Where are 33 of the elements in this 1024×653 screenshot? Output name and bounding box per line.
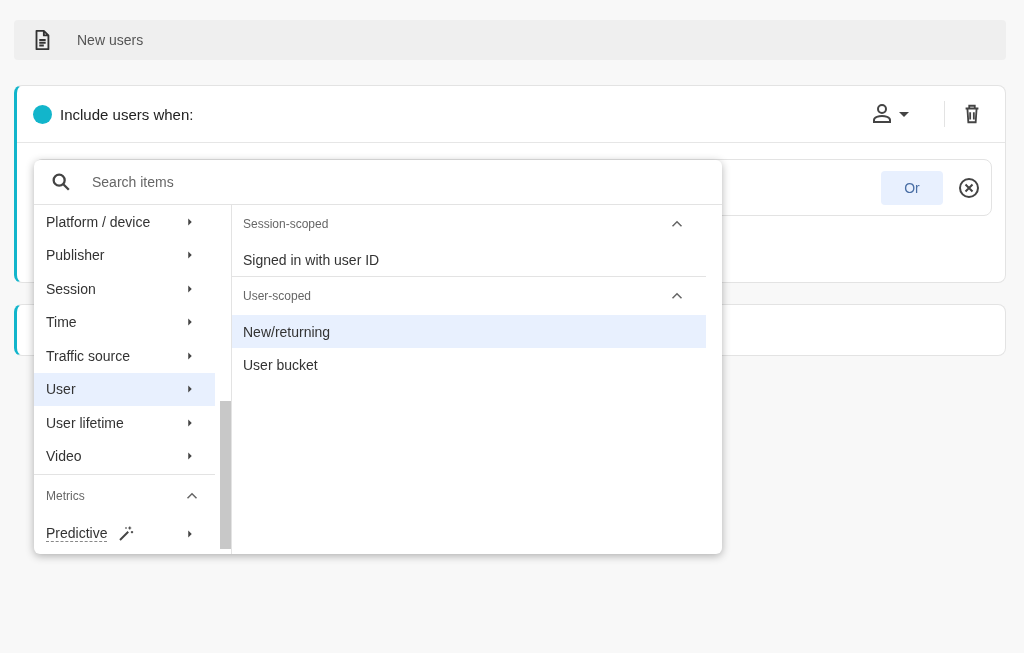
header-title: New users [77, 32, 144, 48]
category-label: User [46, 381, 77, 398]
category-item[interactable]: Video [34, 439, 215, 473]
category-label: Session [46, 280, 97, 297]
status-dot [33, 104, 52, 124]
category-item[interactable]: Publisher [34, 238, 215, 272]
scrollbar-thumb[interactable] [220, 401, 231, 549]
dimension-item[interactable]: Signed in with user ID [232, 243, 706, 276]
category-label: Platform / device [46, 213, 152, 230]
category-item[interactable]: Predictive [34, 517, 215, 551]
or-button[interactable]: Or [881, 170, 943, 205]
search-field[interactable]: Search items [90, 173, 722, 191]
close-icon[interactable] [957, 175, 981, 200]
group-title: Include users when: [60, 105, 194, 123]
magic-wand-icon [117, 524, 136, 543]
category-item[interactable]: Session [34, 272, 215, 306]
search-icon [50, 171, 72, 193]
category-item[interactable]: Traffic source [34, 339, 215, 373]
category-item[interactable]: User [34, 372, 215, 406]
category-item[interactable]: Time [34, 305, 215, 339]
section-heading: Session-scoped [243, 217, 329, 231]
category-label: Video [46, 448, 83, 465]
section-heading: Metrics [46, 489, 85, 503]
dimension-item[interactable]: User bucket [232, 348, 706, 381]
category-item[interactable]: User lifetime [34, 406, 215, 440]
category-label: Predictive [46, 525, 108, 543]
category-label: Time [46, 314, 78, 331]
category-label: Publisher [46, 247, 106, 264]
category-label: User lifetime [46, 414, 125, 431]
dimension-item[interactable]: New/returning [232, 315, 706, 348]
section-heading: User-scoped [243, 289, 312, 303]
category-label: Traffic source [46, 347, 132, 364]
category-item[interactable]: Platform / device [34, 205, 215, 239]
